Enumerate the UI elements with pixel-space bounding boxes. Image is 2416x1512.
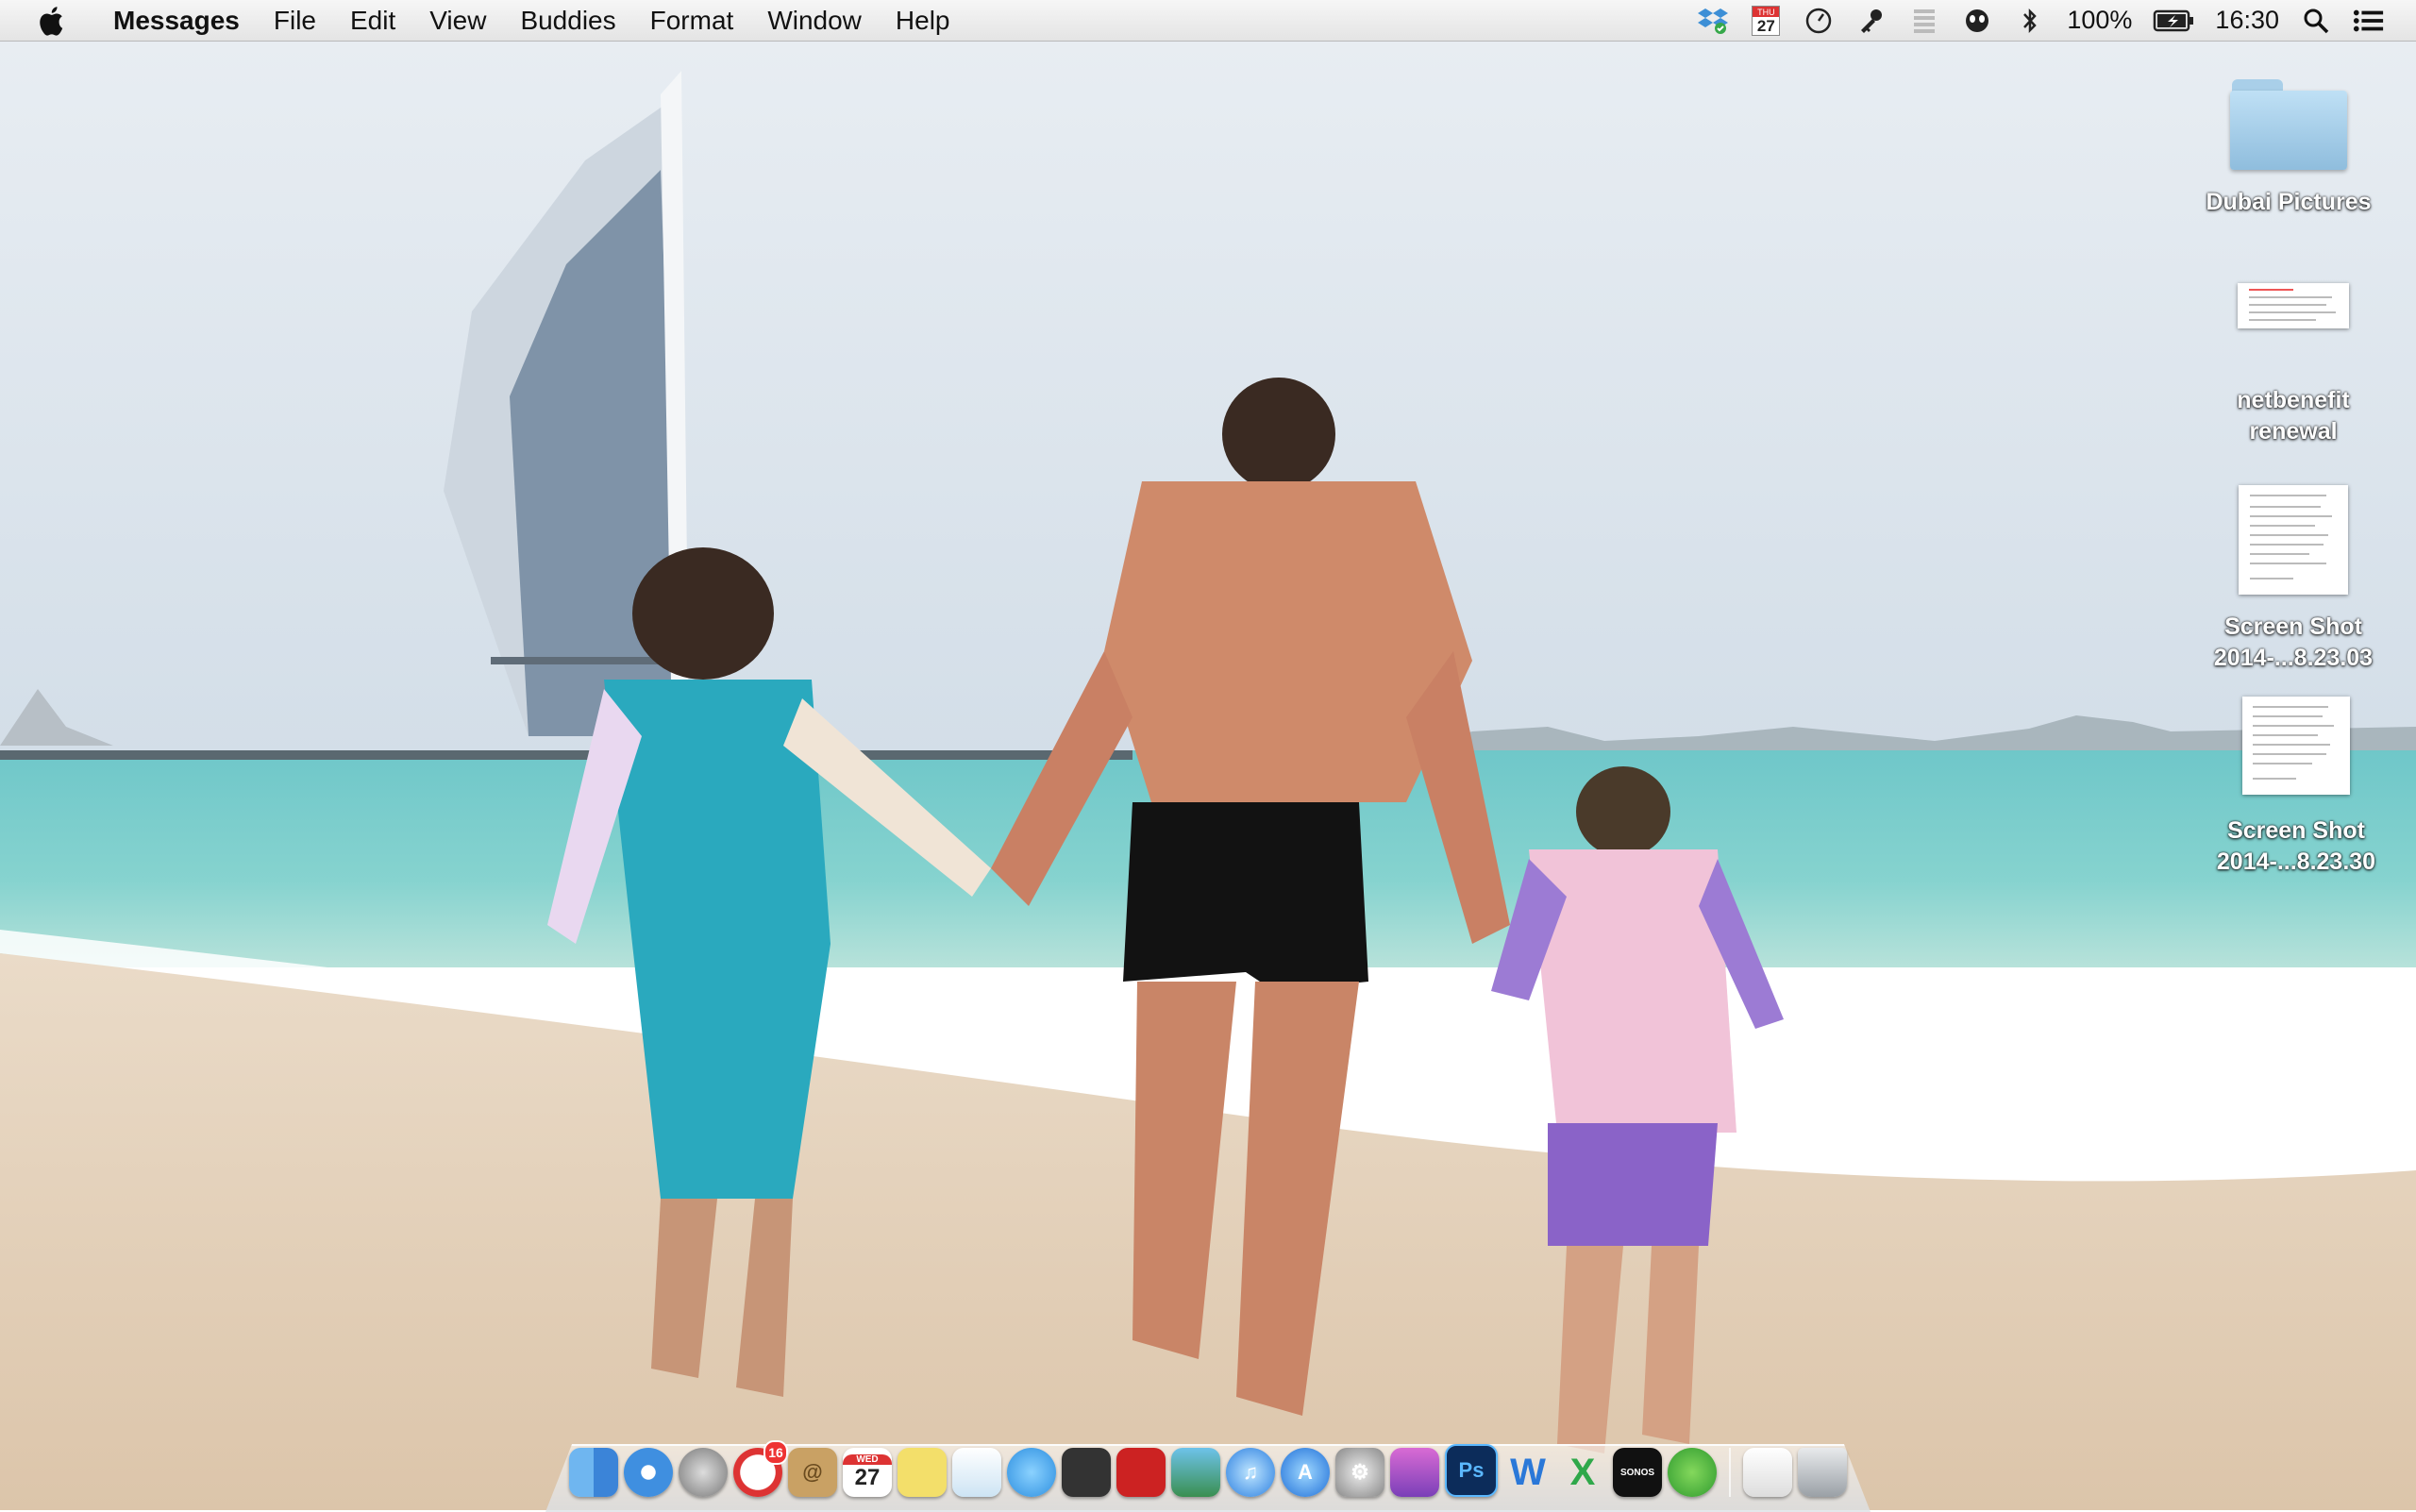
list-sync-icon[interactable] (1908, 5, 1940, 37)
menu-format[interactable]: Format (633, 0, 751, 42)
document-thumbnail-icon (2238, 283, 2349, 328)
dock-system-preferences-icon[interactable]: ⚙ (1335, 1448, 1384, 1497)
dock-calendar-day-abbrev: WED (843, 1453, 892, 1465)
notification-center-icon[interactable] (2353, 5, 2385, 37)
dock-separator (1729, 1448, 1731, 1497)
gauge-icon[interactable] (1803, 5, 1835, 37)
dock-imac-display-icon[interactable] (1390, 1448, 1439, 1497)
menu-file[interactable]: File (257, 0, 333, 42)
menu-window[interactable]: Window (750, 0, 879, 42)
dock-trash-icon[interactable] (1798, 1448, 1847, 1497)
desktop-icon-screenshot-1[interactable]: Screen Shot 2014-...8.23.03 (2194, 485, 2392, 674)
dock-notes-icon[interactable] (898, 1448, 947, 1497)
desktop-icon-label: netbenefit renewal (2237, 387, 2350, 445)
dock-excel-icon[interactable]: X (1558, 1448, 1607, 1497)
desktop-icon-label: Screen Shot 2014-...8.23.30 (2216, 817, 2376, 875)
desktop-wallpaper (0, 0, 2416, 1510)
folder-icon (2230, 79, 2347, 170)
screenshot-thumbnail-icon (2242, 697, 2350, 795)
apple-menu-icon[interactable] (36, 4, 70, 38)
screenshot-thumbnail-icon (2239, 485, 2348, 595)
dock-photoshop-icon[interactable]: Ps (1445, 1444, 1498, 1497)
dock-iphoto-icon[interactable] (1171, 1448, 1220, 1497)
desktop-icon-netbenefit-renewal[interactable]: netbenefit renewal (2194, 283, 2392, 447)
dock-mail-badge: 16 (763, 1440, 788, 1465)
menu-edit[interactable]: Edit (333, 0, 412, 42)
dock-calendar-icon[interactable]: WED 27 (843, 1448, 892, 1497)
menu-bar-left: Messages File Edit View Buddies Format W… (0, 0, 967, 42)
calendar-day-abbrev: THU (1753, 6, 1780, 17)
dock-contacts-icon[interactable]: @ (788, 1448, 837, 1497)
dock-app-store-icon[interactable]: A (1281, 1448, 1330, 1497)
alien-face-icon[interactable] (1961, 5, 1993, 37)
dock-itunes-icon[interactable]: ♫ (1226, 1448, 1275, 1497)
menu-bar: Messages File Edit View Buddies Format W… (0, 0, 2416, 42)
dock-photo-booth-icon[interactable] (1116, 1448, 1166, 1497)
calendar-day-number: 27 (1756, 16, 1775, 35)
desktop-icon-dubai-pictures[interactable]: Dubai Pictures (2190, 79, 2388, 218)
dock-safari-icon[interactable] (624, 1448, 673, 1497)
key-icon[interactable] (1855, 5, 1888, 37)
dock-spotify-icon[interactable] (1668, 1448, 1717, 1497)
dock-mail-stamp-icon[interactable]: 16 (733, 1440, 788, 1497)
menu-buddies[interactable]: Buddies (503, 0, 632, 42)
calendar-icon[interactable]: THU 27 (1750, 5, 1782, 37)
dock-messages-icon[interactable] (1007, 1448, 1056, 1497)
menu-view[interactable]: View (412, 0, 503, 42)
battery-charging-icon[interactable] (2153, 5, 2194, 37)
dock: 16 @ WED 27 ♫ A ⚙ Ps W X SONOS (566, 1436, 1850, 1497)
menu-bar-status-area: THU 27 100% 16:30 (1686, 0, 2416, 42)
dock-finder-icon[interactable] (569, 1448, 618, 1497)
dock-calendar-day-number: 27 (854, 1464, 881, 1490)
dock-launchpad-icon[interactable] (679, 1448, 728, 1497)
menu-help[interactable]: Help (879, 0, 967, 42)
dock-sonos-icon[interactable]: SONOS (1613, 1448, 1662, 1497)
desktop-icon-screenshot-2[interactable]: Screen Shot 2014-...8.23.30 (2197, 697, 2395, 878)
spotlight-search-icon[interactable] (2300, 5, 2332, 37)
dock-word-icon[interactable]: W (1503, 1448, 1552, 1497)
dock-preview-icon[interactable] (952, 1448, 1001, 1497)
dock-facetime-icon[interactable] (1062, 1448, 1111, 1497)
dropbox-icon[interactable] (1697, 5, 1729, 37)
dock-documents-stack-icon[interactable] (1743, 1448, 1792, 1497)
battery-percentage[interactable]: 100% (2067, 6, 2132, 35)
menu-app-name[interactable]: Messages (104, 0, 257, 42)
bluetooth-icon[interactable] (2014, 5, 2046, 37)
desktop-icon-label: Dubai Pictures (2206, 189, 2372, 215)
desktop-icon-label: Screen Shot 2014-...8.23.03 (2213, 613, 2374, 671)
menu-clock[interactable]: 16:30 (2215, 6, 2279, 35)
